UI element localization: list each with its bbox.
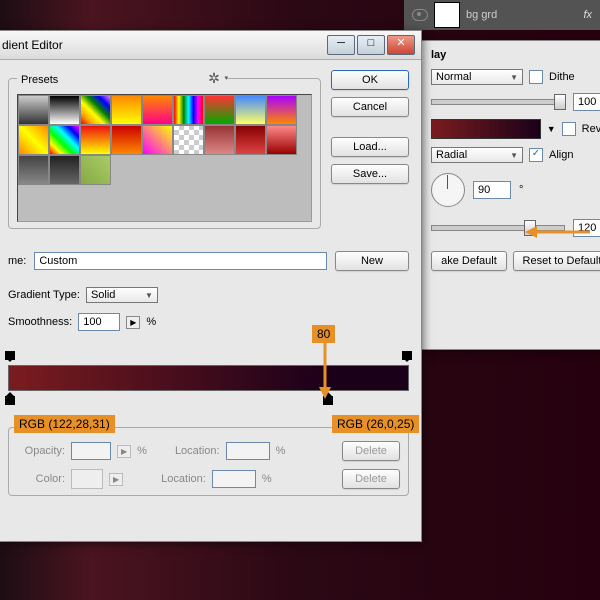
smoothness-input[interactable] bbox=[78, 313, 120, 331]
gradient-bar[interactable] bbox=[8, 365, 409, 391]
percent-label: % bbox=[146, 316, 156, 328]
stop-location-label-1: Location: bbox=[175, 445, 220, 457]
align-label: Align bbox=[549, 149, 573, 161]
gradient-overlay-heading: lay bbox=[431, 49, 600, 61]
layer-fx-badge[interactable]: fx bbox=[583, 9, 592, 21]
opacity-slider[interactable] bbox=[431, 99, 565, 105]
reset-default-button[interactable]: Reset to Default bbox=[513, 251, 600, 271]
delete-opacity-stop-button: Delete bbox=[342, 441, 400, 461]
opacity-flyout-icon: ▶ bbox=[117, 445, 131, 458]
stop-location-label-2: Location: bbox=[161, 473, 206, 485]
maximize-button[interactable]: □ bbox=[357, 35, 385, 55]
opacity-stop-left[interactable] bbox=[5, 353, 15, 365]
window-title: dient Editor bbox=[2, 38, 325, 52]
annotation-left-color: RGB (122,28,31) bbox=[14, 415, 115, 433]
smoothness-label: Smoothness: bbox=[8, 316, 72, 328]
stop-location-input-1 bbox=[226, 442, 270, 460]
minimize-button[interactable]: ─ bbox=[327, 35, 355, 55]
gradient-dropdown-arrow[interactable]: ▼ bbox=[547, 124, 556, 134]
opacity-stop-right[interactable] bbox=[402, 353, 412, 365]
blend-mode-dropdown[interactable]: Normal bbox=[431, 69, 523, 85]
annotation-arrow-angle bbox=[525, 222, 595, 242]
gradient-type-label: Gradient Type: bbox=[8, 289, 80, 301]
color-flyout-icon: ▶ bbox=[109, 473, 123, 486]
name-label: me: bbox=[8, 255, 26, 267]
angle-input[interactable] bbox=[473, 181, 511, 199]
align-checkbox[interactable]: ✓ bbox=[529, 148, 543, 162]
layer-style-window: lay Normal Dithe ▼ Rever Radial ✓ Align … bbox=[420, 40, 600, 350]
smoothness-flyout-icon[interactable]: ▶ bbox=[126, 316, 140, 329]
opacity-input[interactable] bbox=[573, 93, 600, 111]
layer-name[interactable]: bg grd bbox=[466, 9, 497, 21]
annotation-right-color: RGB (26,0,25) bbox=[332, 415, 419, 433]
gradient-editor-titlebar[interactable]: dient Editor ─ □ ✕ bbox=[0, 31, 421, 60]
cancel-button[interactable]: Cancel bbox=[331, 97, 409, 117]
presets-legend: Presets bbox=[17, 70, 226, 86]
gradient-name-input[interactable] bbox=[34, 252, 327, 270]
gradient-type-dropdown[interactable]: Solid bbox=[86, 287, 158, 303]
reverse-checkbox[interactable] bbox=[562, 122, 576, 136]
visibility-eye-icon[interactable] bbox=[412, 9, 428, 21]
dither-checkbox[interactable] bbox=[529, 70, 543, 84]
delete-color-stop-button: Delete bbox=[342, 469, 400, 489]
close-button[interactable]: ✕ bbox=[387, 35, 415, 55]
gradient-editor-window: dient Editor ─ □ ✕ Presets bbox=[0, 30, 422, 542]
preset-swatch-grid[interactable] bbox=[18, 95, 311, 185]
make-default-button[interactable]: ake Default bbox=[431, 251, 507, 271]
color-stop-left[interactable] bbox=[5, 391, 15, 403]
load-button[interactable]: Load... bbox=[331, 137, 409, 157]
reverse-label: Rever bbox=[582, 123, 600, 135]
stop-color-label: Color: bbox=[17, 473, 65, 485]
angle-degree-label: ° bbox=[519, 184, 523, 196]
style-dropdown[interactable]: Radial bbox=[431, 147, 523, 163]
stop-opacity-label: Opacity: bbox=[17, 445, 65, 457]
new-button[interactable]: New bbox=[335, 251, 409, 271]
presets-gear-icon[interactable] bbox=[208, 70, 222, 84]
save-button[interactable]: Save... bbox=[331, 164, 409, 184]
angle-dial[interactable] bbox=[431, 173, 465, 207]
ok-button[interactable]: OK bbox=[331, 70, 409, 90]
layers-panel-row: bg grd fx bbox=[404, 0, 600, 30]
stop-opacity-input bbox=[71, 442, 111, 460]
dither-label: Dithe bbox=[549, 71, 575, 83]
stop-location-input-2 bbox=[212, 470, 256, 488]
layer-thumbnail[interactable] bbox=[434, 2, 460, 28]
annotation-stop-position: 80 bbox=[312, 325, 335, 343]
gradient-preview-swatch[interactable] bbox=[431, 119, 541, 139]
annotation-arrow-stop bbox=[316, 343, 334, 399]
stop-color-swatch bbox=[71, 469, 103, 489]
